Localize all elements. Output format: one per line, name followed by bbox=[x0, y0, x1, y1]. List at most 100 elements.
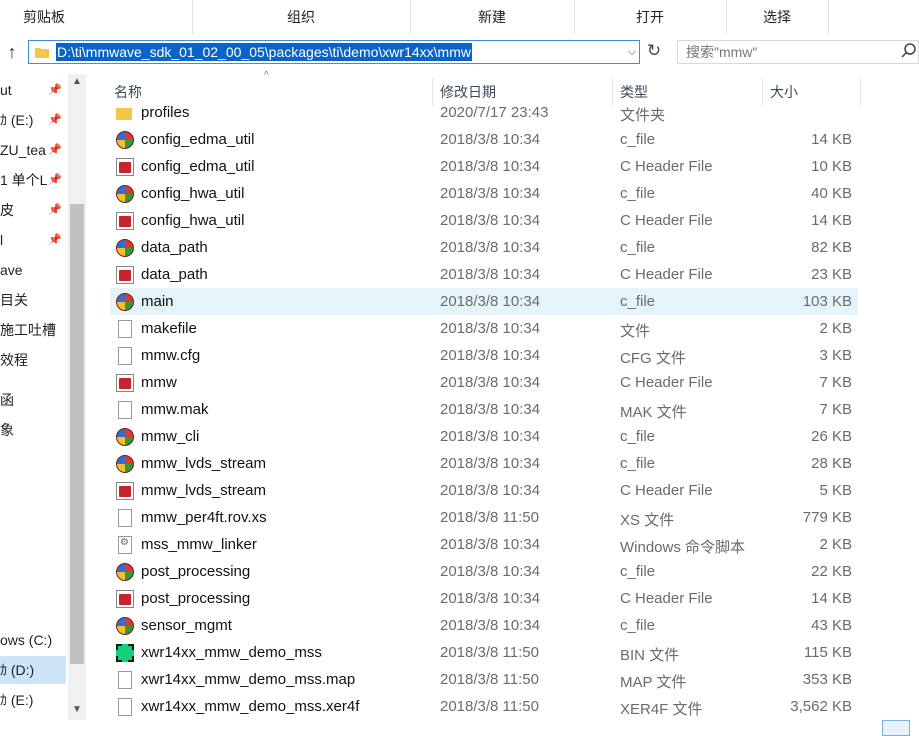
document-icon bbox=[118, 320, 132, 338]
nav-item-label: ut bbox=[0, 82, 12, 98]
file-row[interactable]: xwr14xx_mmw_demo_mss.map 2018/3/8 11:50 MA… bbox=[110, 666, 858, 693]
file-type: 文件 bbox=[620, 323, 651, 340]
nav-item-label: ｶ (E:) bbox=[0, 692, 34, 708]
details-view-icon[interactable] bbox=[882, 720, 910, 736]
pin-icon: 📌 bbox=[48, 84, 62, 96]
file-row[interactable]: mmw_per4ft.rov.xs 2018/3/8 11:50 XS 文件 779 … bbox=[110, 504, 858, 531]
folder-icon bbox=[35, 45, 49, 58]
scroll-thumb[interactable] bbox=[70, 204, 84, 664]
file-date: 2018/3/8 10:34 bbox=[440, 536, 541, 553]
file-name: config_hwa_util bbox=[141, 212, 245, 229]
file-date: 2018/3/8 11:50 bbox=[440, 671, 539, 688]
nav-item-label: ｶ (E:) bbox=[0, 112, 34, 128]
scroll-down-icon[interactable]: ▼ bbox=[68, 704, 86, 718]
nav-item[interactable]: 1 单个L 📌 bbox=[0, 166, 66, 194]
ribbon-group-open[interactable]: 打开 bbox=[574, 0, 726, 34]
pin-icon: 📌 bbox=[48, 144, 62, 156]
c-header-icon bbox=[116, 158, 134, 176]
file-row[interactable]: mmw_lvds_stream 2018/3/8 10:34 c_file 28 KB bbox=[110, 450, 858, 477]
file-row[interactable]: post_processing 2018/3/8 10:34 c_file 22 KB bbox=[110, 558, 858, 585]
address-bar[interactable]: D:\ti\mmwave_sdk_01_02_00_05\packages\ti… bbox=[28, 40, 640, 64]
file-type: XS 文件 bbox=[620, 512, 675, 529]
file-row[interactable]: config_edma_util 2018/3/8 10:34 C Header F… bbox=[110, 153, 858, 180]
c-file-icon bbox=[116, 239, 134, 257]
file-row[interactable]: data_path 2018/3/8 10:34 C Header File 23 K… bbox=[110, 261, 858, 288]
address-path[interactable]: D:\ti\mmwave_sdk_01_02_00_05\packages\ti… bbox=[56, 43, 472, 61]
nav-item[interactable]: ZU_tea 📌 bbox=[0, 136, 66, 164]
nav-item[interactable]: ｶ (E:) 📌 bbox=[0, 106, 66, 134]
up-arrow-icon[interactable]: ↑ bbox=[2, 40, 22, 64]
ribbon-group-new[interactable]: 新建 bbox=[410, 0, 574, 34]
search-icon[interactable] bbox=[901, 42, 919, 62]
scroll-up-icon[interactable]: ▲ bbox=[68, 76, 86, 90]
file-row[interactable]: config_edma_util 2018/3/8 10:34 c_file 14 K… bbox=[110, 126, 858, 153]
file-name: post_processing bbox=[141, 563, 251, 580]
nav-item[interactable]: 施工吐槽 bbox=[0, 316, 66, 344]
nav-item-label: ZU_tea bbox=[0, 142, 46, 158]
file-date: 2018/3/8 10:34 bbox=[440, 347, 541, 364]
ribbon-group-organize[interactable]: 组织 bbox=[192, 0, 410, 34]
file-size: 115 KB bbox=[803, 644, 852, 661]
nav-item-drive-d[interactable]: ｶ (D:) bbox=[0, 656, 66, 684]
nav-item[interactable]: 象 bbox=[0, 416, 66, 444]
file-row[interactable]: data_path 2018/3/8 10:34 c_file 82 KB bbox=[110, 234, 858, 261]
file-row[interactable]: mmw.cfg 2018/3/8 10:34 CFG 文件 3 KB bbox=[110, 342, 858, 369]
file-row[interactable]: mmw 2018/3/8 10:34 C Header File 7 KB bbox=[110, 369, 858, 396]
file-type: c_file bbox=[620, 185, 656, 202]
file-row[interactable]: mss_mmw_linker 2018/3/8 10:34 Windows 命令脚本… bbox=[110, 531, 858, 558]
c-header-icon bbox=[116, 590, 134, 608]
file-row[interactable]: xwr14xx_mmw_demo_mss 2018/3/8 11:50 BIN 文件… bbox=[110, 639, 858, 666]
file-date: 2018/3/8 10:34 bbox=[440, 293, 541, 310]
nav-item-label: 效程 bbox=[0, 352, 28, 368]
search-input[interactable] bbox=[686, 43, 886, 61]
file-type: MAP 文件 bbox=[620, 674, 687, 691]
nav-item-label: ave bbox=[0, 262, 23, 278]
file-row[interactable]: config_hwa_util 2018/3/8 10:34 c_file 40 KB bbox=[110, 180, 858, 207]
c-file-icon bbox=[116, 617, 134, 635]
nav-item[interactable]: 皮 📌 bbox=[0, 196, 66, 224]
file-row[interactable]: profiles 2020/7/17 23:43 文件夹 bbox=[110, 99, 858, 126]
ribbon-group-select[interactable]: 选择 bbox=[726, 0, 828, 34]
file-date: 2018/3/8 10:34 bbox=[440, 212, 541, 229]
pin-icon: 📌 bbox=[48, 174, 62, 186]
file-type: c_file bbox=[620, 293, 656, 310]
file-row[interactable]: sensor_mgmt 2018/3/8 10:34 c_file 43 KB bbox=[110, 612, 858, 639]
file-row[interactable]: makefile 2018/3/8 10:34 文件 2 KB bbox=[110, 315, 858, 342]
nav-scrollbar[interactable]: ▲ ▼ bbox=[68, 74, 86, 720]
nav-item-drive-c[interactable]: ows (C:) bbox=[0, 626, 66, 654]
c-file-icon bbox=[116, 131, 134, 149]
refresh-icon[interactable]: ↻ bbox=[643, 40, 665, 62]
chevron-down-icon[interactable]: ⌵ bbox=[625, 41, 639, 63]
column-divider[interactable] bbox=[860, 78, 861, 106]
file-name: xwr14xx_mmw_demo_mss.xer4f bbox=[141, 698, 360, 715]
file-row[interactable]: config_hwa_util 2018/3/8 10:34 C Header Fi… bbox=[110, 207, 858, 234]
file-name: config_edma_util bbox=[141, 158, 255, 175]
nav-item-label: l bbox=[0, 232, 4, 248]
nav-item[interactable]: 目关 bbox=[0, 286, 66, 314]
nav-item-drive-e[interactable]: ｶ (E:) bbox=[0, 686, 66, 714]
file-row[interactable]: mmw.mak 2018/3/8 10:34 MAK 文件 7 KB bbox=[110, 396, 858, 423]
c-header-icon bbox=[116, 212, 134, 230]
file-date: 2018/3/8 10:34 bbox=[440, 590, 541, 607]
c-file-icon bbox=[116, 185, 134, 203]
file-date: 2018/3/8 10:34 bbox=[440, 239, 541, 256]
nav-item[interactable]: l 📌 bbox=[0, 226, 66, 254]
nav-item[interactable]: 效程 bbox=[0, 346, 66, 374]
file-row[interactable]: post_processing 2018/3/8 10:34 C Header Fi… bbox=[110, 585, 858, 612]
file-type: c_file bbox=[620, 239, 656, 256]
file-type: c_file bbox=[620, 617, 656, 634]
file-row[interactable]: mmw_cli 2018/3/8 10:34 c_file 26 KB bbox=[110, 423, 858, 450]
file-row[interactable]: mmw_lvds_stream 2018/3/8 10:34 C Header Fi… bbox=[110, 477, 858, 504]
file-size: 26 KB bbox=[811, 428, 852, 445]
file-date: 2018/3/8 10:34 bbox=[440, 401, 541, 418]
file-row[interactable]: main 2018/3/8 10:34 c_file 103 KB bbox=[110, 288, 858, 315]
ribbon-group-clipboard[interactable]: 剪贴板 bbox=[0, 0, 88, 34]
file-size: 5 KB bbox=[819, 482, 852, 499]
nav-item[interactable]: ave bbox=[0, 256, 66, 284]
nav-item[interactable]: ut 📌 bbox=[0, 76, 66, 104]
file-row[interactable]: xwr14xx_mmw_demo_mss.xer4f 2018/3/8 11:50… bbox=[110, 693, 858, 720]
nav-item-label: 施工吐槽 bbox=[0, 322, 56, 338]
nav-item[interactable]: 函 bbox=[0, 386, 66, 414]
search-box[interactable] bbox=[677, 40, 919, 64]
file-type: MAK 文件 bbox=[620, 404, 687, 421]
